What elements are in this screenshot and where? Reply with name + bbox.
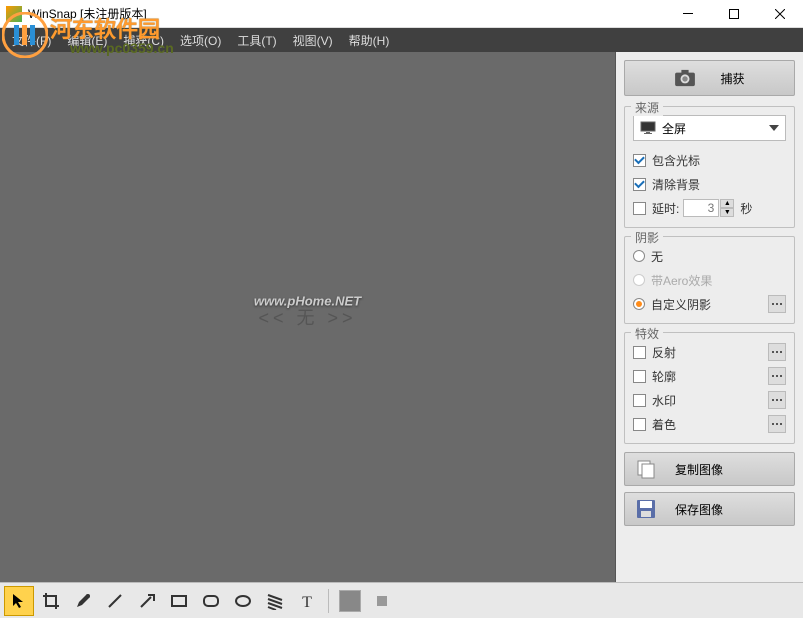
radio-shadow-custom[interactable]	[633, 298, 645, 310]
row-fx-reflect[interactable]: 反射	[633, 341, 786, 363]
sidebar: 捕获 来源 全屏 包含光标 清除背景 延时:	[615, 52, 803, 582]
checkbox-tint[interactable]	[633, 418, 646, 431]
row-fx-tint[interactable]: 着色	[633, 413, 786, 435]
copy-image-button[interactable]: 复制图像	[624, 452, 795, 486]
canvas: www.pHome.NET << 无 >>	[0, 52, 615, 582]
menu-view[interactable]: 视图(V)	[285, 28, 341, 53]
label-outline: 轮廓	[652, 368, 676, 385]
tool-line[interactable]	[100, 586, 130, 616]
monitor-icon	[640, 121, 656, 135]
delay-input[interactable]	[683, 199, 719, 217]
svg-text:T: T	[302, 594, 312, 610]
toolbar-separator	[328, 589, 329, 613]
save-icon	[635, 498, 657, 520]
group-shadow-title: 阴影	[631, 229, 663, 246]
menu-options[interactable]: 选项(O)	[172, 28, 229, 53]
label-include-cursor: 包含光标	[652, 152, 700, 169]
source-dropdown[interactable]: 全屏	[633, 115, 786, 141]
toolbar: T	[0, 582, 803, 618]
tool-crop[interactable]	[36, 586, 66, 616]
tool-blur[interactable]	[260, 586, 290, 616]
radio-shadow-aero	[633, 274, 645, 286]
label-delay: 延时:	[652, 200, 679, 217]
label-reflect: 反射	[652, 344, 676, 361]
row-delay[interactable]: 延时: ▲ ▼ 秒	[633, 197, 786, 219]
tool-rect[interactable]	[164, 586, 194, 616]
tool-arrow[interactable]	[132, 586, 162, 616]
checkbox-reflect[interactable]	[633, 346, 646, 359]
source-dropdown-label: 全屏	[662, 120, 686, 137]
menu-help[interactable]: 帮助(H)	[341, 28, 398, 53]
checkbox-delay[interactable]	[633, 202, 646, 215]
row-shadow-custom[interactable]: 自定义阴影	[633, 293, 786, 315]
label-shadow-aero: 带Aero效果	[651, 272, 712, 289]
checkbox-watermark[interactable]	[633, 394, 646, 407]
chevron-down-icon	[769, 125, 779, 131]
menu-tools[interactable]: 工具(T)	[229, 28, 284, 53]
delay-down[interactable]: ▼	[720, 208, 734, 217]
camera-icon	[674, 69, 696, 87]
color-swatch[interactable]	[335, 586, 365, 616]
row-include-cursor[interactable]: 包含光标	[633, 149, 786, 171]
minimize-button[interactable]	[665, 0, 711, 28]
row-fx-outline[interactable]: 轮廓	[633, 365, 786, 387]
delay-spinner[interactable]: ▲ ▼	[683, 199, 734, 217]
row-shadow-none[interactable]: 无	[633, 245, 786, 267]
group-shadow: 阴影 无 带Aero效果 自定义阴影	[624, 236, 795, 324]
label-shadow-none: 无	[651, 248, 663, 265]
label-tint: 着色	[652, 416, 676, 433]
save-image-label: 保存图像	[675, 501, 723, 518]
watermark-config-button[interactable]	[768, 391, 786, 409]
delay-up[interactable]: ▲	[720, 199, 734, 208]
tool-roundrect[interactable]	[196, 586, 226, 616]
tint-config-button[interactable]	[768, 415, 786, 433]
group-source-title: 来源	[631, 99, 663, 116]
shadow-config-button[interactable]	[768, 295, 786, 313]
label-clear-bg: 清除背景	[652, 176, 700, 193]
group-effects-title: 特效	[631, 325, 663, 342]
canvas-placeholder: << 无 >>	[258, 304, 356, 330]
close-button[interactable]	[757, 0, 803, 28]
label-delay-unit: 秒	[740, 200, 752, 217]
capture-label: 捕获	[720, 70, 744, 87]
checkbox-include-cursor[interactable]	[633, 154, 646, 167]
copy-icon	[635, 458, 657, 480]
tool-text[interactable]: T	[292, 586, 322, 616]
outline-config-button[interactable]	[768, 367, 786, 385]
save-image-button[interactable]: 保存图像	[624, 492, 795, 526]
row-fx-watermark[interactable]: 水印	[633, 389, 786, 411]
tool-ellipse[interactable]	[228, 586, 258, 616]
row-clear-bg[interactable]: 清除背景	[633, 173, 786, 195]
checkbox-clear-bg[interactable]	[633, 178, 646, 191]
tool-pen[interactable]	[68, 586, 98, 616]
tool-cursor[interactable]	[4, 586, 34, 616]
radio-shadow-none[interactable]	[633, 250, 645, 262]
group-effects: 特效 反射 轮廓 水印 着色	[624, 332, 795, 444]
label-shadow-custom: 自定义阴影	[651, 296, 711, 313]
size-swatch[interactable]	[367, 586, 397, 616]
reflect-config-button[interactable]	[768, 343, 786, 361]
checkbox-outline[interactable]	[633, 370, 646, 383]
group-source: 来源 全屏 包含光标 清除背景 延时:	[624, 106, 795, 228]
capture-button[interactable]: 捕获	[624, 60, 795, 96]
watermark-overlay: 河东软件园 www.pc0359.cn	[2, 12, 48, 61]
watermark-url: www.pc0359.cn	[70, 40, 174, 56]
label-watermark: 水印	[652, 392, 676, 409]
maximize-button[interactable]	[711, 0, 757, 28]
copy-image-label: 复制图像	[675, 461, 723, 478]
row-shadow-aero: 带Aero效果	[633, 269, 786, 291]
